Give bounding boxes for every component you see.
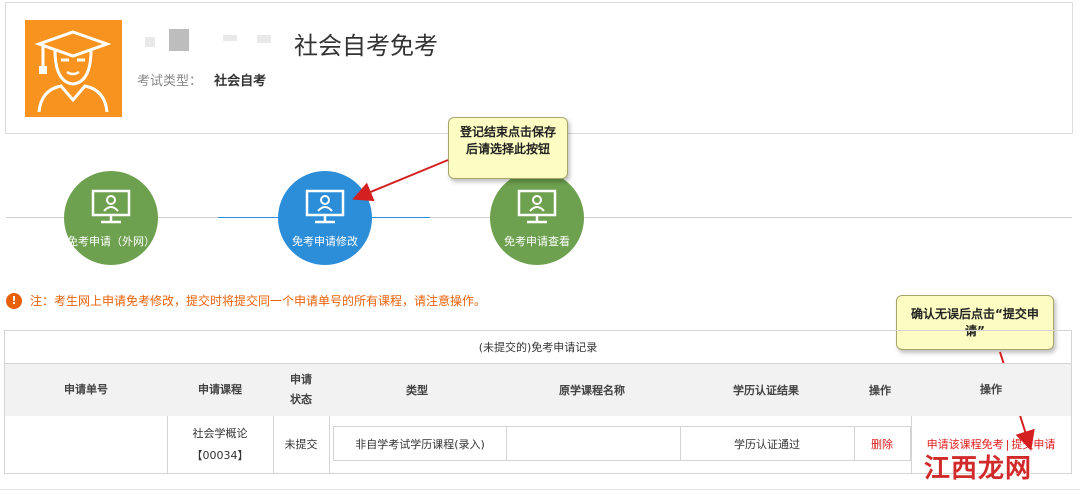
th-status-text: 申请状态: [290, 373, 312, 406]
step-line-1: [158, 217, 218, 218]
exam-type-value: 社会自考: [214, 74, 267, 89]
warning-icon: !: [6, 292, 22, 309]
th-inner-op: 操作: [869, 384, 891, 397]
monitor-user-icon: [305, 189, 345, 225]
cell-orig-course: [506, 427, 680, 460]
step-line-4: [430, 217, 492, 218]
th-orig-course: 原学课程名称: [559, 384, 625, 397]
cell-course: 社会学概论 【00034】: [167, 416, 273, 473]
step-apply-external[interactable]: 免考申请（外网）: [64, 171, 158, 265]
inner-header-row: 类型 原学课程名称 学历认证结果 操作: [329, 376, 907, 406]
cell-cert-result: 学历认证通过: [734, 437, 800, 451]
step-line-3: [372, 217, 430, 218]
th-apply-no: 申请单号: [64, 383, 108, 396]
th-type: 类型: [406, 384, 428, 397]
monitor-user-icon: [91, 189, 131, 225]
table-caption: (未提交的)免考申请记录: [5, 331, 1071, 364]
table-row: 社会学概论 【00034】 未提交 非自学考试学历课程(录入) 学历认证通过 删…: [5, 416, 1071, 473]
exam-type: 考试类型： 社会自考: [137, 70, 266, 89]
delete-link[interactable]: 删除: [854, 427, 910, 460]
table-header: 申请单号 申请课程 申请状态 类型 原学课程名称 学历认证结果 操作 操作: [5, 364, 1071, 416]
inner-detail-row: 非自学考试学历课程(录入) 学历认证通过 删除: [333, 426, 911, 461]
graduate-avatar-icon: [25, 20, 122, 117]
th-op: 操作: [980, 383, 1002, 396]
th-course: 申请课程: [198, 383, 242, 396]
step-line-right: [584, 217, 1072, 218]
monitor-user-icon: [517, 189, 557, 225]
step-line-2: [218, 217, 278, 218]
step-label: 免考申请查看: [504, 235, 570, 248]
step-label: 免考申请（外网）: [67, 235, 155, 248]
page-title: 社会自考免考: [294, 32, 438, 60]
notice-bar: ! 注：考生网上申请免考修改，提交时将提交同一个申请单号的所有课程，请注意操作。: [6, 292, 486, 309]
cell-type: 非自学考试学历课程(录入): [355, 437, 485, 451]
cell-status: 未提交: [284, 437, 318, 451]
step-label: 免考申请修改: [292, 235, 358, 248]
th-cert-result: 学历认证结果: [733, 384, 799, 397]
cell-apply-no: [5, 416, 167, 473]
step-apply-view[interactable]: 免考申请查看: [490, 171, 584, 265]
course-name: 社会学概论: [192, 426, 248, 440]
step-line-left: [6, 217, 66, 218]
redacted-name-area: [137, 29, 287, 51]
bottom-divider: [0, 489, 1080, 490]
step-apply-modify[interactable]: 免考申请修改: [278, 171, 372, 265]
col-divider: [329, 416, 330, 473]
exam-type-label: 考试类型：: [137, 74, 203, 89]
exempt-records-table: (未提交的)免考申请记录 申请单号 申请课程 申请状态 类型 原学课程名称 学历…: [4, 330, 1072, 474]
exam-header-card: 社会自考免考 考试类型： 社会自考: [5, 2, 1073, 134]
th-status: 申请状态: [273, 364, 329, 416]
save-tip-text: 登记结束点击保存后请选择此按钮: [459, 125, 556, 156]
save-tip-callout: 登记结束点击保存后请选择此按钮: [448, 117, 568, 179]
page: 社会自考免考 考试类型： 社会自考 免考申请（外网） 免考申请修改 免考申请查看…: [0, 0, 1080, 494]
course-code: 【00034】: [191, 448, 249, 462]
watermark: 江西龙网: [924, 454, 1033, 484]
notice-text: 注：考生网上申请免考修改，提交时将提交同一个申请单号的所有课程，请注意操作。: [30, 294, 487, 308]
